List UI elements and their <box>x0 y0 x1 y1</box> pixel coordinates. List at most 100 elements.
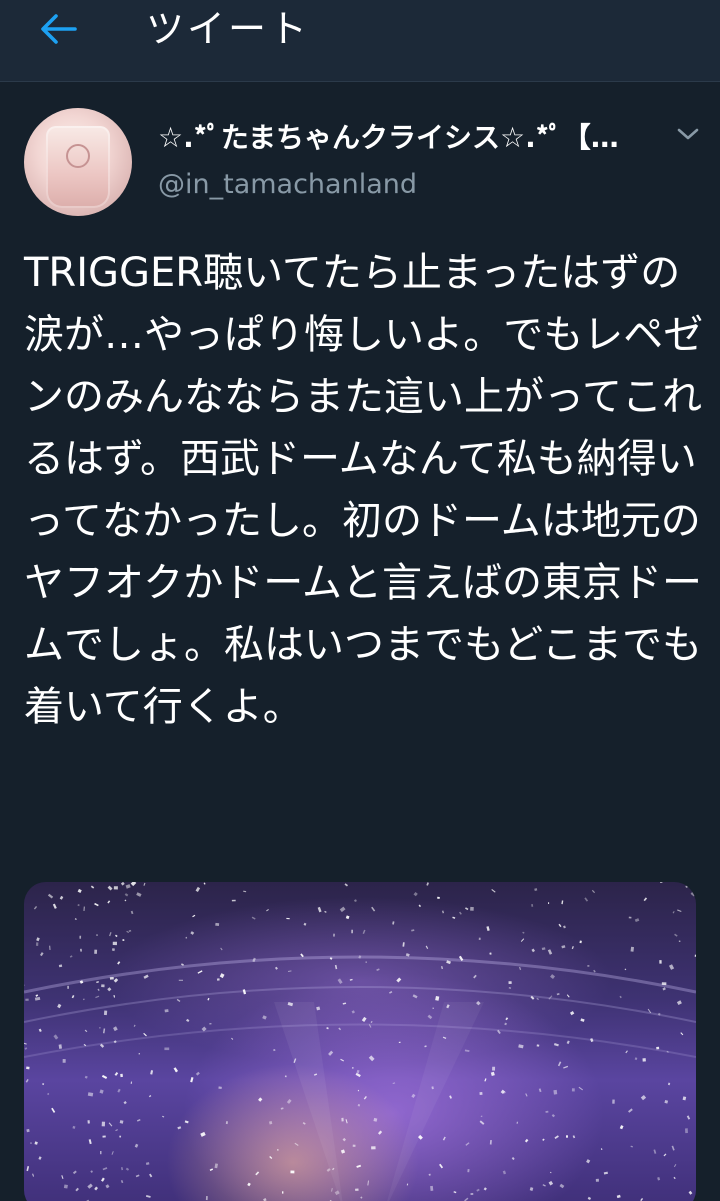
tweet-menu-button[interactable] <box>672 120 704 152</box>
confetti-piece <box>427 1014 433 1020</box>
confetti-piece <box>449 1095 453 1099</box>
confetti-piece <box>668 964 675 970</box>
confetti-piece <box>587 1196 592 1201</box>
confetti-piece <box>612 1099 615 1104</box>
confetti-piece <box>428 1173 431 1176</box>
confetti-piece <box>371 906 376 912</box>
confetti-piece <box>480 1115 483 1118</box>
confetti-piece <box>26 1066 30 1070</box>
confetti-piece <box>72 1170 77 1175</box>
confetti-piece <box>80 948 82 952</box>
confetti-piece <box>634 1057 638 1061</box>
confetti-piece <box>96 981 99 983</box>
confetti-piece <box>113 978 119 983</box>
confetti-piece <box>677 909 682 913</box>
confetti-piece <box>39 952 44 957</box>
confetti-piece <box>492 1066 496 1071</box>
confetti-piece <box>557 1061 562 1067</box>
confetti-piece <box>42 1083 45 1086</box>
confetti-piece <box>547 949 553 955</box>
confetti-piece <box>553 1043 559 1047</box>
confetti-piece <box>491 889 496 893</box>
confetti-piece <box>107 987 112 992</box>
confetti-piece <box>502 1170 507 1175</box>
confetti-piece <box>87 1092 94 1097</box>
back-button[interactable] <box>30 6 86 56</box>
confetti-piece <box>548 1180 554 1186</box>
confetti-piece <box>77 888 82 894</box>
confetti-piece <box>247 1182 251 1187</box>
confetti-piece <box>26 1128 30 1133</box>
confetti-piece <box>425 945 429 949</box>
confetti-piece <box>197 970 203 974</box>
confetti-piece <box>107 900 111 904</box>
confetti-piece <box>673 1164 677 1168</box>
confetti-piece <box>47 1092 50 1096</box>
confetti-piece <box>185 936 188 939</box>
confetti-piece <box>34 1141 38 1145</box>
confetti-piece <box>26 1166 30 1172</box>
confetti-piece <box>128 929 132 932</box>
confetti-piece <box>84 1029 88 1033</box>
chevron-down-icon <box>676 126 700 146</box>
confetti-piece <box>464 1197 469 1201</box>
user-handle[interactable]: @in_tamachanland <box>158 166 417 204</box>
confetti-piece <box>657 1177 661 1181</box>
confetti-piece <box>656 1046 660 1050</box>
confetti-piece <box>130 882 137 887</box>
confetti-piece <box>595 1178 599 1182</box>
confetti-piece <box>57 1003 62 1009</box>
confetti-piece <box>125 884 131 889</box>
confetti-piece <box>103 1010 108 1016</box>
confetti-piece <box>342 1002 347 1005</box>
confetti-piece <box>593 969 596 973</box>
confetti-piece <box>117 1088 121 1093</box>
confetti-piece <box>352 1144 356 1147</box>
confetti-piece <box>553 1089 558 1095</box>
confetti-piece <box>96 934 98 936</box>
confetti-piece <box>62 1059 66 1063</box>
confetti-piece <box>114 1071 119 1076</box>
confetti-piece <box>355 1188 359 1191</box>
confetti-piece <box>225 1121 228 1125</box>
confetti-piece <box>616 1194 621 1199</box>
confetti-piece <box>340 1058 345 1062</box>
confetti-piece <box>102 1167 108 1171</box>
confetti-piece <box>136 1119 141 1122</box>
confetti-piece <box>520 938 525 942</box>
confetti-piece <box>101 1121 106 1127</box>
confetti-piece <box>251 916 256 920</box>
confetti-piece <box>376 968 380 972</box>
confetti-piece <box>389 991 393 994</box>
confetti-piece <box>511 1157 515 1161</box>
confetti-piece <box>294 1142 299 1146</box>
confetti-piece <box>95 995 100 999</box>
confetti-piece <box>663 1153 667 1157</box>
confetti-piece <box>351 1010 355 1014</box>
confetti-piece <box>84 1075 88 1079</box>
confetti-piece <box>150 1070 154 1075</box>
confetti-piece <box>634 918 640 923</box>
confetti-piece <box>351 929 354 934</box>
confetti-piece <box>69 955 73 958</box>
confetti-piece <box>302 1122 306 1125</box>
confetti-piece <box>282 1191 284 1194</box>
confetti-piece <box>176 998 181 1003</box>
confetti-piece <box>274 966 278 970</box>
confetti-piece <box>135 1174 140 1178</box>
confetti-piece <box>87 1120 90 1124</box>
display-name[interactable]: ☆.*ﾟたまちゃんクライシス☆.*ﾟ【… <box>158 118 648 158</box>
tweet-photo[interactable] <box>24 882 696 1201</box>
confetti-piece <box>58 964 63 968</box>
avatar[interactable] <box>24 108 132 216</box>
confetti-piece <box>579 940 582 944</box>
confetti-piece <box>630 1145 634 1148</box>
confetti-piece <box>25 1078 29 1083</box>
confetti-piece <box>326 1027 329 1030</box>
confetti-piece <box>411 929 415 932</box>
confetti-piece <box>340 1149 346 1154</box>
confetti-piece <box>363 1095 367 1100</box>
confetti-piece <box>398 1041 401 1043</box>
confetti-piece <box>276 1149 279 1151</box>
confetti-piece <box>642 1058 646 1062</box>
